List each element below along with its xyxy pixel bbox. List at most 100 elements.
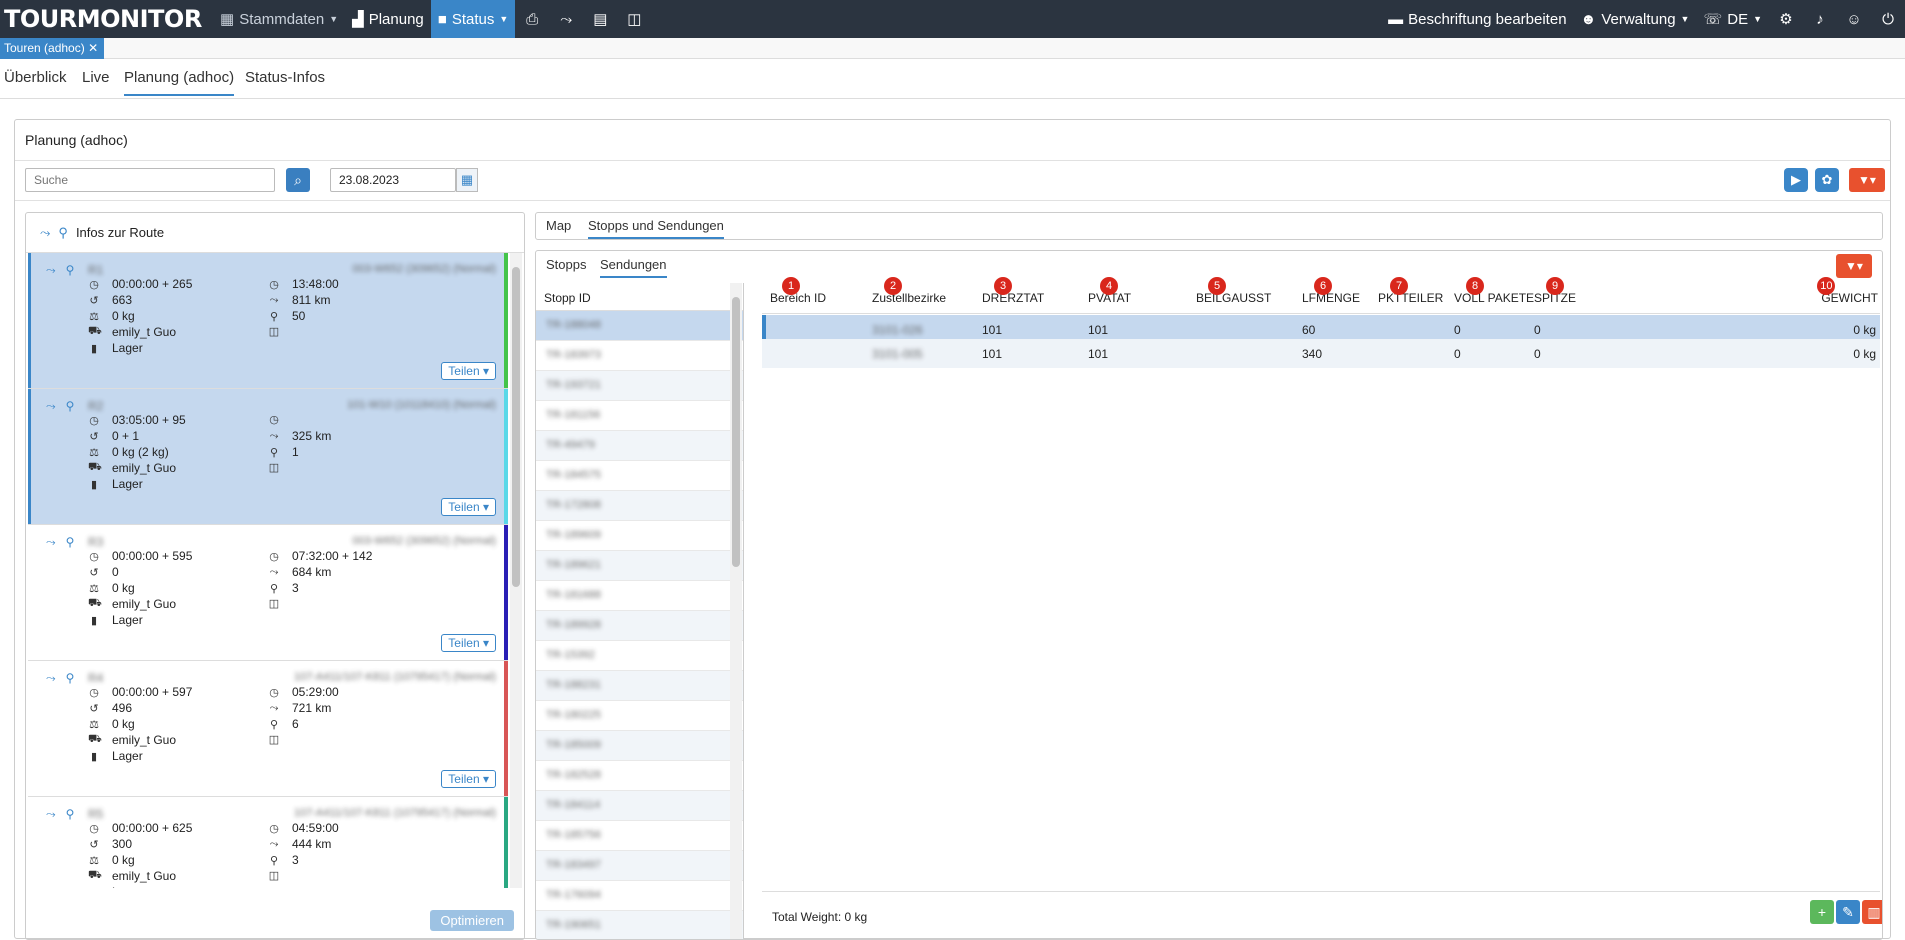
scrollbar-thumb[interactable] bbox=[512, 267, 520, 587]
nav-verwaltung[interactable]: ☻ Verwaltung ▼ bbox=[1574, 0, 1697, 38]
column-header[interactable]: BEILGAUSST 5 bbox=[1196, 277, 1271, 305]
stop-list-item[interactable]: TR-184575 bbox=[536, 461, 743, 491]
route-card[interactable]: ⤳ ⚲ R3 003-W652 (309652) (Normal) ◷ 00:00:00 … bbox=[28, 525, 508, 661]
nav-stammdaten[interactable]: ▦ Stammdaten ▼ bbox=[213, 0, 345, 38]
stop-list-item[interactable]: TR-188048 bbox=[536, 311, 743, 341]
stop-list-item[interactable]: TR-15392 bbox=[536, 641, 743, 671]
stop-list-item[interactable]: TR-184114 bbox=[536, 791, 743, 821]
stop-list-item[interactable]: TR-193721 bbox=[536, 371, 743, 401]
column-header[interactable]: DRERZTAT 3 bbox=[982, 277, 1044, 305]
stop-list-item[interactable]: TR-172808 bbox=[536, 491, 743, 521]
location-pin-icon[interactable]: ⚲ bbox=[66, 807, 75, 822]
route-icon[interactable]: ⤳ bbox=[46, 535, 56, 550]
route-icon[interactable]: ⤳ bbox=[46, 263, 56, 278]
tab-map[interactable]: Map bbox=[546, 218, 571, 237]
stop-list-item[interactable]: TR-181156 bbox=[536, 401, 743, 431]
tab-planung-adhoc[interactable]: Planung (adhoc) bbox=[124, 69, 235, 96]
column-header[interactable]: GEWICHT 10 bbox=[1817, 277, 1878, 305]
column-header[interactable]: SPITZE 9 bbox=[1534, 277, 1576, 305]
close-icon[interactable]: ✕ bbox=[88, 41, 98, 55]
route-card[interactable]: ⤳ ⚲ R1 003-W652 (309652) (Normal) ◷ 00:00:00 … bbox=[28, 253, 508, 389]
chat-icon: ☏ bbox=[1703, 11, 1723, 28]
edit-labels-button[interactable]: ▬ Beschriftung bearbeiten bbox=[1381, 0, 1573, 38]
tab-ueberblick[interactable]: Überblick bbox=[4, 69, 67, 94]
doc-tab-touren[interactable]: Touren (adhoc) ✕ bbox=[0, 38, 105, 59]
column-header[interactable]: Zustellbezirke 2 bbox=[872, 277, 946, 305]
location-pin-icon[interactable]: ⚲ bbox=[58, 225, 68, 241]
tab-stopps-sendungen[interactable]: Stopps und Sendungen bbox=[588, 218, 724, 239]
delete-button[interactable]: ▥ bbox=[1862, 900, 1882, 924]
stop-list-item[interactable]: TR-185009 bbox=[536, 731, 743, 761]
tab-live[interactable]: Live bbox=[82, 69, 110, 94]
stop-list-item[interactable]: TR-188231 bbox=[536, 671, 743, 701]
stop-list-item[interactable]: TR-189928 bbox=[536, 611, 743, 641]
stop-list-item[interactable]: TR-190651 bbox=[536, 911, 743, 939]
column-header[interactable]: LFMENGE 6 bbox=[1302, 277, 1360, 305]
stop-list-item[interactable]: TR-183973 bbox=[536, 341, 743, 371]
column-header[interactable]: PVATAT 4 bbox=[1088, 277, 1131, 305]
power-icon[interactable]: ⏻ bbox=[1871, 0, 1905, 38]
search-button[interactable]: ⌕ bbox=[286, 168, 310, 192]
scrollbar-thumb[interactable] bbox=[732, 297, 740, 567]
print-icon[interactable]: ⎙ bbox=[515, 0, 549, 38]
location-pin-icon[interactable]: ⚲ bbox=[66, 535, 75, 550]
stop-list-item[interactable]: TR-189609 bbox=[536, 521, 743, 551]
date-field[interactable]: 23.08.2023 bbox=[330, 168, 456, 192]
stop-list-item[interactable]: TR-176094 bbox=[536, 881, 743, 911]
route-card[interactable]: ⤳ ⚲ R2 101-W10 (10118410) (Normal) ◷ 03:05:00… bbox=[28, 389, 508, 525]
route-icon[interactable]: ⤳ bbox=[46, 807, 56, 822]
column-header[interactable]: PKTTEILER 7 bbox=[1378, 277, 1443, 305]
divider bbox=[15, 160, 1890, 161]
stop-list-item[interactable]: TR-49479 bbox=[536, 431, 743, 461]
edit-button[interactable]: ✎ bbox=[1836, 900, 1860, 924]
nav-status[interactable]: ■ Status ▼ bbox=[430, 0, 516, 38]
optimize-button[interactable]: Optimieren bbox=[430, 910, 514, 931]
share-button[interactable]: Teilen ▾ bbox=[441, 498, 496, 516]
route-icon[interactable]: ⤳ bbox=[46, 671, 56, 686]
calculator-icon[interactable]: ▤ bbox=[583, 0, 617, 38]
route-detail: ◫ bbox=[268, 597, 280, 610]
play-button[interactable]: ▶ bbox=[1784, 168, 1808, 192]
location-pin-icon[interactable]: ⚲ bbox=[66, 671, 75, 686]
calendar-icon[interactable]: ▦ bbox=[456, 168, 478, 192]
route-list-scrollbar[interactable] bbox=[510, 253, 522, 888]
route-card[interactable]: ⤳ ⚲ R5 107-A411/107-K811 (10795417) (Normal… bbox=[28, 797, 508, 888]
table-row[interactable]: 3101-005 101 101 340 0 0 0 kg bbox=[762, 339, 1880, 368]
share-button[interactable]: Teilen ▾ bbox=[441, 634, 496, 652]
share-button[interactable]: Teilen ▾ bbox=[441, 362, 496, 380]
filter-button[interactable]: ▼▾ bbox=[1849, 168, 1885, 192]
stop-list-item[interactable]: TR-182528 bbox=[536, 761, 743, 791]
route-card[interactable]: ⤳ ⚲ R4 107-A411/107-K811 (10795417) (Normal… bbox=[28, 661, 508, 797]
gear-icon[interactable]: ⚙ bbox=[1769, 0, 1803, 38]
app-logo[interactable]: TOURMONITOR bbox=[0, 5, 213, 33]
location-pin-icon[interactable]: ⚲ bbox=[66, 399, 75, 414]
column-header[interactable]: VOLL PAKETE 8 bbox=[1454, 277, 1534, 305]
tab-stopps[interactable]: Stopps bbox=[546, 257, 586, 276]
stop-list-item[interactable]: TR-181688 bbox=[536, 581, 743, 611]
share-button[interactable]: Teilen ▾ bbox=[441, 770, 496, 788]
nav-planung[interactable]: ▟ Planung bbox=[345, 0, 431, 38]
location-pin-icon[interactable]: ⚲ bbox=[66, 263, 75, 278]
table-cell-zustell: 3101-005 bbox=[872, 347, 923, 361]
stop-list-item[interactable]: TR-185756 bbox=[536, 821, 743, 851]
tab-status-infos[interactable]: Status-Infos bbox=[245, 69, 325, 94]
stop-list-item[interactable]: TR-180225 bbox=[536, 701, 743, 731]
stop-list-item[interactable]: TR-189621 bbox=[536, 551, 743, 581]
truck-icon: ⛟ bbox=[88, 597, 102, 609]
tab-sendungen[interactable]: Sendungen bbox=[600, 257, 667, 278]
stop-list-scrollbar[interactable] bbox=[730, 283, 742, 939]
stop-list-item[interactable]: TR-183497 bbox=[536, 851, 743, 881]
route-icon[interactable]: ⤳ bbox=[549, 0, 583, 38]
search-input[interactable] bbox=[25, 168, 275, 192]
user-icon[interactable]: ☺ bbox=[1837, 0, 1871, 38]
map-icon[interactable]: ◫ bbox=[617, 0, 651, 38]
route-icon[interactable]: ⤳ bbox=[40, 225, 50, 241]
route-icon[interactable]: ⤳ bbox=[46, 399, 56, 414]
language-select[interactable]: ☏ DE ▼ bbox=[1696, 0, 1769, 38]
bell-icon[interactable]: ♪ bbox=[1803, 0, 1837, 38]
palette-button[interactable]: ✿ bbox=[1815, 168, 1839, 192]
add-button[interactable]: + bbox=[1810, 900, 1834, 924]
column-header[interactable]: Bereich ID 1 bbox=[770, 277, 826, 305]
clock-icon: ◷ bbox=[89, 822, 99, 835]
table-filter-button[interactable]: ▼▾ bbox=[1836, 254, 1872, 278]
